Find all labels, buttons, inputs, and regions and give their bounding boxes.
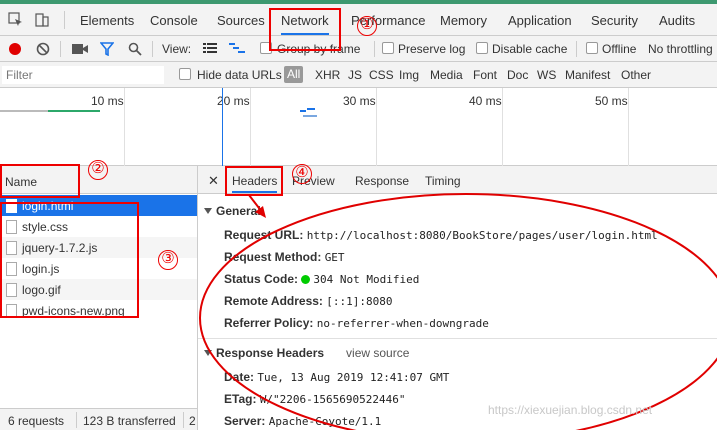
timeline-bar-download <box>48 110 100 112</box>
tab-security[interactable]: Security <box>591 4 638 35</box>
toolbar-separator <box>374 41 375 57</box>
timeline-tick-label: 40 ms <box>469 94 502 108</box>
annotation-number: ② <box>88 160 108 180</box>
tab-timing[interactable]: Timing <box>425 166 461 193</box>
toolbar-separator <box>152 41 153 57</box>
toolbar-separator <box>576 41 577 57</box>
screenshot-camera-icon[interactable] <box>72 43 88 55</box>
filter-type-font[interactable]: Font <box>473 68 497 82</box>
transferred-size: 123 B transferred <box>83 414 176 428</box>
hide-data-urls-label: Hide data URLs <box>197 68 282 82</box>
timeline-tick-label: 30 ms <box>343 94 376 108</box>
toolbar-separator <box>60 41 61 57</box>
timeline-overview[interactable]: 10 ms 20 ms 30 ms 40 ms 50 ms <box>0 88 717 166</box>
device-toolbar-icon[interactable] <box>34 12 50 28</box>
filter-type-media[interactable]: Media <box>430 68 463 82</box>
waterfall-overview-icon[interactable] <box>229 42 245 54</box>
annotation-ellipse <box>199 193 717 430</box>
network-status-bar: 6 requests 123 B transferred 2 <box>0 408 198 430</box>
timeline-gridline <box>502 88 503 166</box>
tab-memory[interactable]: Memory <box>440 4 487 35</box>
tab-application[interactable]: Application <box>508 4 572 35</box>
tab-response[interactable]: Response <box>355 166 409 193</box>
inspect-element-icon[interactable] <box>8 12 24 28</box>
filter-type-xhr[interactable]: XHR <box>315 68 340 82</box>
status-extra: 2 <box>189 414 196 428</box>
annotation-number: ③ <box>158 250 178 270</box>
search-icon[interactable] <box>128 42 142 56</box>
close-icon[interactable]: ✕ <box>208 173 219 189</box>
request-count: 6 requests <box>8 414 65 428</box>
filter-type-all[interactable]: All <box>284 66 304 83</box>
annotation-box-name-column <box>0 164 80 198</box>
annotation-number: ④ <box>292 164 312 184</box>
preserve-log-checkbox[interactable] <box>382 42 394 54</box>
disable-cache-label: Disable cache <box>492 42 568 56</box>
tab-sources[interactable]: Sources <box>217 4 265 35</box>
filter-funnel-icon[interactable] <box>100 42 114 56</box>
filter-type-manifest[interactable]: Manifest <box>565 68 610 82</box>
timeline-gridline <box>628 88 629 166</box>
offline-label: Offline <box>602 42 637 56</box>
large-request-rows-icon[interactable] <box>203 42 217 54</box>
tab-elements[interactable]: Elements <box>80 4 134 35</box>
network-toolbar: View: Group by frame Preserve log Disabl… <box>0 36 717 62</box>
status-separator <box>183 412 184 428</box>
filter-type-js[interactable]: JS <box>348 68 362 82</box>
timeline-bar-resource <box>303 115 317 117</box>
clear-icon[interactable] <box>36 42 50 56</box>
annotation-ellipse-shape <box>199 193 717 430</box>
annotation-box-network-tab <box>269 8 341 51</box>
timeline-tick-label: 50 ms <box>595 94 628 108</box>
filter-type-ws[interactable]: WS <box>537 68 556 82</box>
view-label: View: <box>162 42 192 56</box>
offline-checkbox[interactable] <box>586 42 598 54</box>
throttling-select[interactable]: No throttling <box>648 42 713 56</box>
filter-bar: Hide data URLs All XHR JS CSS Img Media … <box>0 62 717 88</box>
timeline-bar-resource <box>307 108 315 110</box>
watermark-text: https://xiexuejian.blog.csdn.net <box>488 403 653 417</box>
timeline-gridline <box>376 88 377 166</box>
timeline-bar-waiting <box>0 110 48 112</box>
timeline-gridline <box>250 88 251 166</box>
tabbar-separator <box>64 11 65 29</box>
tab-console[interactable]: Console <box>150 4 198 35</box>
status-separator <box>76 412 77 428</box>
tab-audits[interactable]: Audits <box>659 4 695 35</box>
disable-cache-checkbox[interactable] <box>476 42 488 54</box>
timeline-tick-label: 10 ms <box>91 94 124 108</box>
timeline-gridline <box>124 88 125 166</box>
annotation-arrow-head <box>255 206 266 218</box>
annotation-number: ① <box>357 16 377 36</box>
filter-input[interactable] <box>2 66 164 84</box>
annotation-box-request-list <box>0 202 139 318</box>
timeline-bar-resource <box>300 110 306 112</box>
filter-type-css[interactable]: CSS <box>369 68 394 82</box>
filter-type-img[interactable]: Img <box>399 68 419 82</box>
preserve-log-label: Preserve log <box>398 42 466 56</box>
hide-data-urls-checkbox[interactable] <box>179 68 191 80</box>
timeline-load-marker <box>222 88 223 166</box>
filter-type-other[interactable]: Other <box>621 68 651 82</box>
record-icon[interactable] <box>8 42 22 56</box>
filter-type-doc[interactable]: Doc <box>507 68 528 82</box>
